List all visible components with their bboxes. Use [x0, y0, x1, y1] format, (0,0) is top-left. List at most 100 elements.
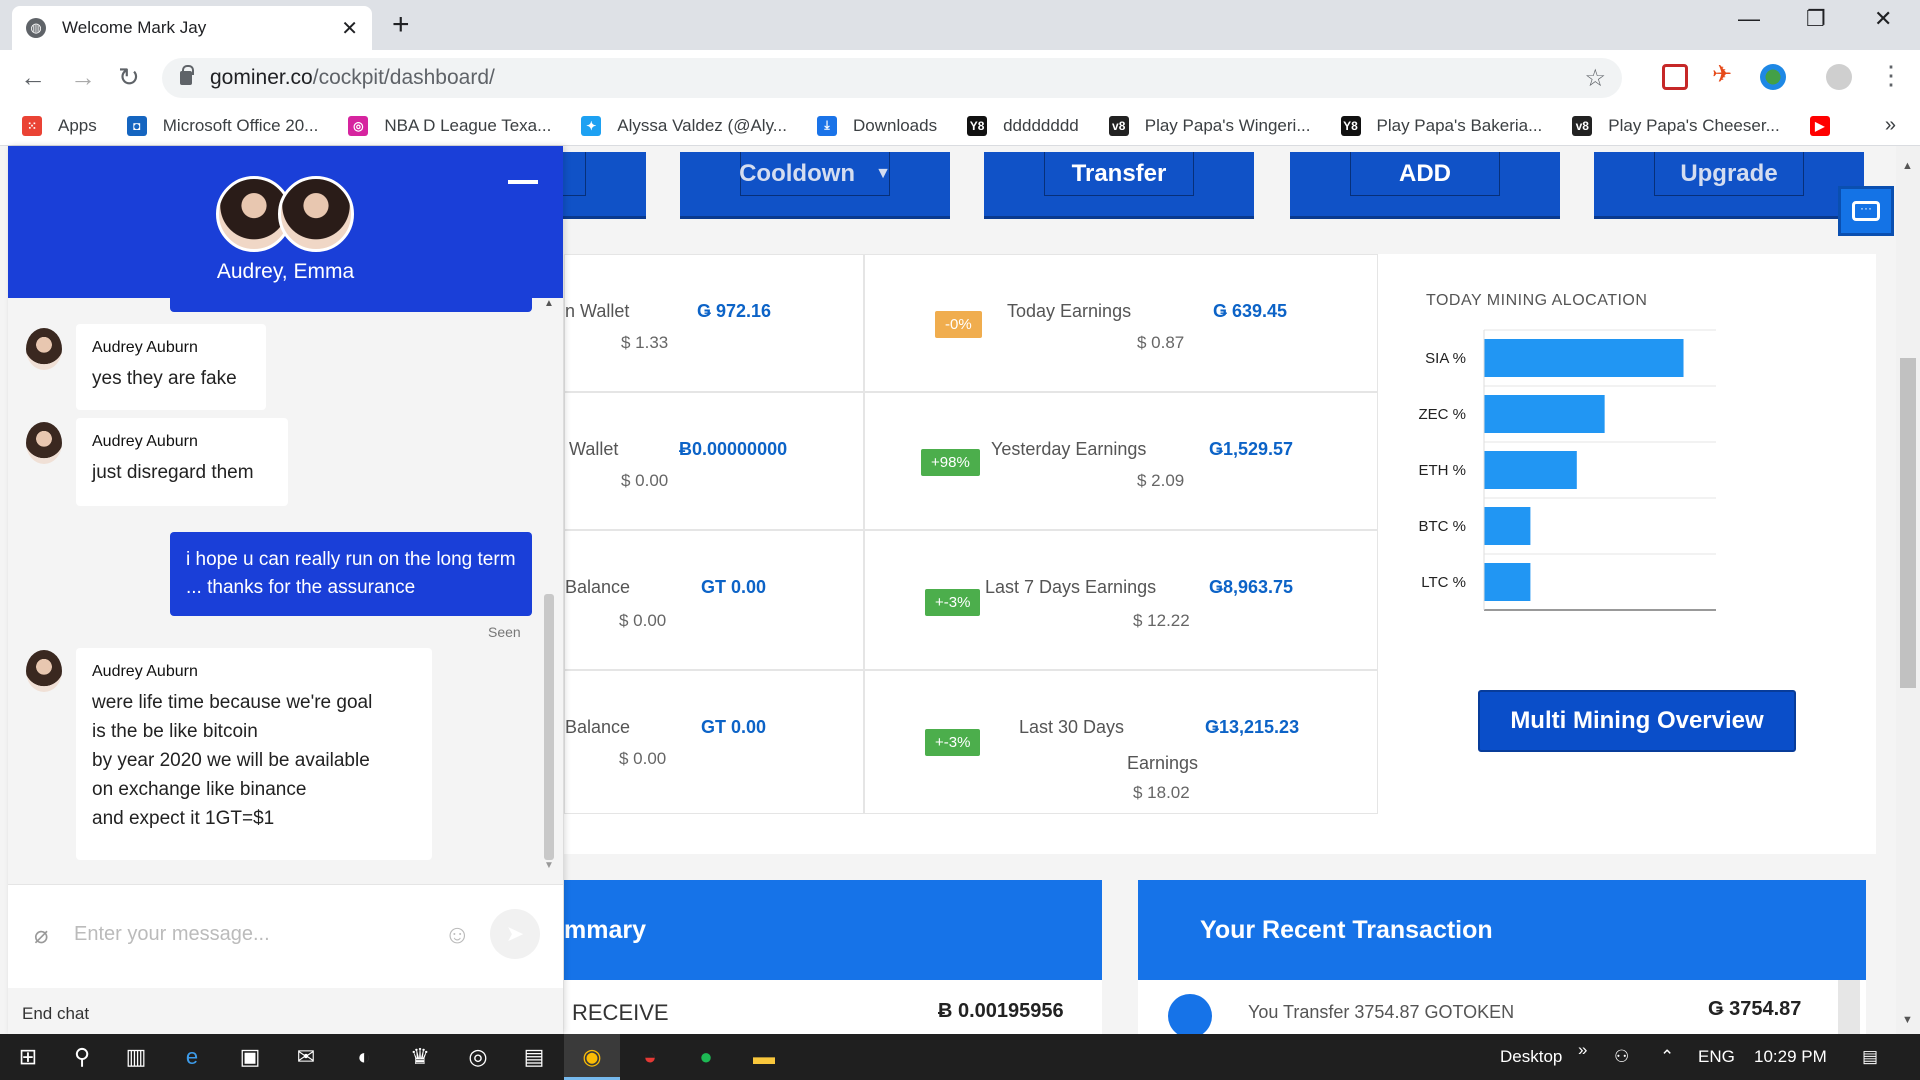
stat-usd: $ 0.00: [619, 611, 667, 630]
chevron-up-icon[interactable]: ⌃: [1660, 1047, 1674, 1067]
transactions-header: Your Recent Transaction: [1138, 880, 1866, 980]
chrome-taskbar-button[interactable]: ◉: [564, 1034, 620, 1080]
change-badge: +-3%: [925, 589, 981, 616]
bookmark-item[interactable]: Y8 Play Papa's Bakeria...: [1340, 115, 1542, 136]
agent-avatar: [278, 176, 354, 252]
bookmark-item[interactable]: v8 Play Papa's Cheeser...: [1572, 115, 1780, 136]
send-icon: ➤: [505, 921, 525, 946]
page-scrollbar-thumb[interactable]: [1900, 358, 1916, 688]
restore-window-icon[interactable]: ❐: [1806, 6, 1826, 32]
chat-scrollbar-thumb[interactable]: [544, 594, 554, 860]
app-icon[interactable]: ◎: [464, 1043, 492, 1071]
bookmark-item[interactable]: Y8 dddddddd: [967, 115, 1079, 136]
app-icon[interactable]: ◒: [636, 1043, 664, 1071]
emoji-icon[interactable]: ☺: [444, 919, 471, 950]
earnings-usd: $ 0.87: [1137, 333, 1185, 352]
bookmark-label: dddddddd: [1003, 115, 1079, 135]
earnings-usd: $ 12.22: [1133, 611, 1190, 630]
stat-card: Balance GT 0.00 $ 0.00: [564, 670, 864, 814]
earnings-card: +-3% Last 7 Days Earnings Ǥ8,963.75 $ 12…: [864, 530, 1378, 670]
bookmark-item[interactable]: ⁙ Apps: [22, 115, 97, 136]
open-chat-button[interactable]: ···: [1838, 186, 1894, 236]
notifications-icon[interactable]: ▤: [1862, 1047, 1878, 1067]
extension-icon[interactable]: ✈: [1712, 60, 1738, 88]
browser-tab[interactable]: ◍ Welcome Mark Jay ✕: [12, 6, 372, 50]
transfer-button[interactable]: Transfer: [984, 152, 1254, 216]
file-explorer-icon[interactable]: ▬: [750, 1043, 778, 1071]
bookmark-item[interactable]: ◘ Microsoft Office 20...: [126, 115, 319, 136]
windows-taskbar: ⊞ ⚲ ▥ e ▣ ✉ ◐ ♛ ◎ ▤ ◉ ◒ ● ▬ Desktop » ⚇ …: [0, 1034, 1920, 1080]
game-icon[interactable]: ♛: [406, 1043, 434, 1071]
bookmark-item[interactable]: ◎ NBA D League Texa...: [348, 115, 551, 136]
more-bookmarks-icon[interactable]: »: [1885, 114, 1896, 137]
page-scrollbar[interactable]: ▲ ▼: [1896, 146, 1920, 1034]
steam-icon[interactable]: ◐: [350, 1043, 378, 1071]
scroll-down-icon[interactable]: ▼: [1902, 1014, 1913, 1026]
search-icon[interactable]: ⚲: [68, 1043, 96, 1071]
bookmark-star-icon[interactable]: ☆: [1584, 64, 1606, 93]
extension-icon[interactable]: [1662, 64, 1688, 90]
mining-allocation-panel: TODAY MINING ALOCATION SIA % ZEC % ETH % BT…: [1378, 254, 1876, 854]
earnings-usd: $ 2.09: [1137, 471, 1185, 490]
people-icon[interactable]: ⚇: [1614, 1047, 1629, 1067]
address-bar[interactable]: gominer.co/cockpit/dashboard/ ☆: [162, 58, 1622, 98]
message-input[interactable]: Enter your message...: [74, 923, 270, 946]
store-icon[interactable]: ▣: [236, 1043, 264, 1071]
chart-bar: [1484, 451, 1577, 489]
multi-mining-overview-button[interactable]: Multi Mining Overview: [1478, 690, 1796, 752]
minimize-chat-icon[interactable]: [508, 180, 538, 184]
chat-message-out: [170, 298, 532, 312]
clock[interactable]: 10:29 PM: [1754, 1047, 1827, 1067]
minimize-window-icon[interactable]: —: [1738, 6, 1760, 32]
language-indicator[interactable]: ENG: [1698, 1047, 1735, 1067]
desktop-toolbar[interactable]: Desktop: [1500, 1047, 1562, 1067]
chat-message-out: i hope u can really run on the long term…: [170, 532, 532, 616]
task-view-icon[interactable]: ▥: [122, 1043, 150, 1071]
windows-start-icon[interactable]: ⊞: [14, 1043, 42, 1071]
upgrade-button[interactable]: Upgrade: [1594, 152, 1864, 216]
cooldown-button[interactable]: Cooldown ▼: [680, 152, 950, 216]
scroll-down-icon[interactable]: ▼: [544, 860, 554, 871]
chart-bar: [1484, 507, 1531, 545]
profile-avatar[interactable]: [1826, 64, 1852, 90]
agent-avatar: [26, 422, 62, 464]
bookmark-item[interactable]: v8 Play Papa's Wingeri...: [1108, 115, 1311, 136]
tab-close-icon[interactable]: ✕: [341, 16, 358, 41]
chat-message-in: Audrey Auburn were life time because we'…: [76, 648, 432, 860]
earnings-value: Ǥ1,529.57: [1209, 439, 1294, 459]
bookmark-item[interactable]: ✦ Alyssa Valdez (@Aly...: [581, 115, 787, 136]
earnings-label: Last 30 Days: [1019, 717, 1125, 737]
send-button[interactable]: ➤: [490, 909, 540, 959]
stat-usd: $ 0.00: [621, 471, 669, 490]
tab-title: Welcome Mark Jay: [62, 18, 207, 37]
reload-icon[interactable]: ↻: [118, 62, 140, 93]
extension-icon[interactable]: [1760, 64, 1786, 90]
edge-icon[interactable]: e: [178, 1043, 206, 1071]
summary-title: mmary: [564, 915, 646, 944]
spotify-icon[interactable]: ●: [692, 1043, 720, 1071]
chrome-icon: ◉: [582, 1044, 602, 1069]
back-arrow-icon[interactable]: ←: [20, 62, 46, 93]
stat-value: GT 0.00: [701, 577, 767, 597]
transactions-scrollbar[interactable]: [1838, 980, 1860, 1034]
close-window-icon[interactable]: ✕: [1874, 6, 1892, 32]
transaction-row-value: Ǥ 3754.87: [1708, 998, 1802, 1020]
chrome-menu-icon[interactable]: ⋮: [1878, 60, 1904, 91]
scroll-up-icon[interactable]: ▲: [544, 298, 554, 309]
app-icon[interactable]: ▤: [520, 1043, 548, 1071]
new-tab-icon[interactable]: +: [392, 8, 410, 42]
bookmark-label: Play Papa's Wingeri...: [1144, 115, 1311, 135]
end-chat-link[interactable]: End chat: [22, 1004, 89, 1024]
mail-icon[interactable]: ✉: [292, 1043, 320, 1071]
add-button[interactable]: ADD: [1290, 152, 1560, 216]
attachment-icon[interactable]: ⌀: [34, 921, 48, 950]
chevron-right-icon[interactable]: »: [1578, 1040, 1587, 1060]
bookmark-item[interactable]: ⤓ Downloads: [816, 115, 937, 136]
bookmark-label: Microsoft Office 20...: [162, 115, 319, 135]
youtube-icon[interactable]: ▶: [1809, 115, 1830, 136]
message-sender: Audrey Auburn: [92, 433, 198, 450]
chat-scrollbar[interactable]: ▲ ▼: [540, 298, 556, 876]
scroll-up-icon[interactable]: ▲: [1902, 160, 1913, 172]
change-badge: -0%: [935, 311, 982, 338]
forward-arrow-icon[interactable]: →: [70, 62, 96, 93]
